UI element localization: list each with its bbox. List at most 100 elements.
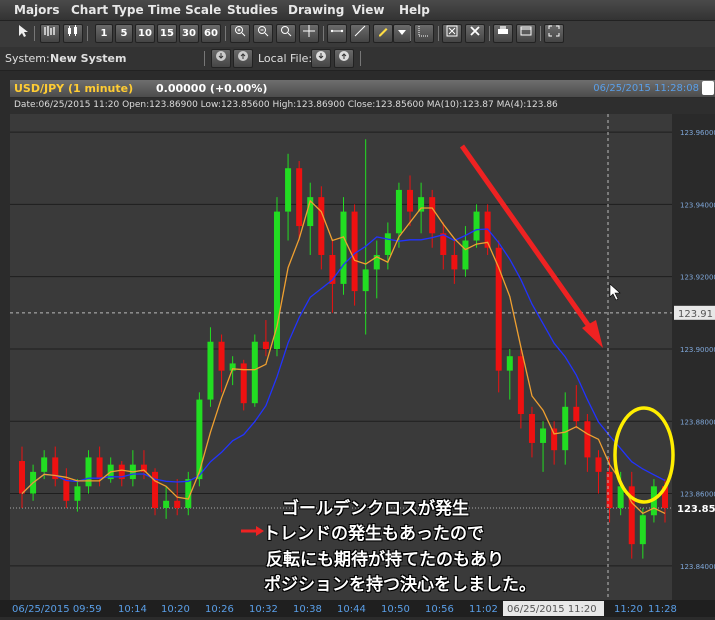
candle-body <box>262 341 269 349</box>
y-tick-label: 123.94000 <box>680 201 715 209</box>
candle-body <box>340 211 347 284</box>
candle-body <box>218 341 225 371</box>
candle-body <box>152 471 159 509</box>
horizontal-line-icon[interactable] <box>327 24 347 43</box>
candle-body <box>85 457 92 487</box>
crosshair-icon[interactable] <box>299 24 319 43</box>
candle-body <box>473 211 480 241</box>
menu-majors[interactable]: Majors <box>14 3 59 17</box>
chart-header: USD/JPY (1 minute) 0.00000 (+0.00%) 06/2… <box>10 80 715 97</box>
time-axis: 06/25/2015 09:59 10:14 10:20 10:26 10:32 10:3… <box>0 600 715 617</box>
x-tick-label: 10:56 <box>425 604 454 615</box>
toolbar: 1 5 10 15 30 60 <box>0 21 715 48</box>
candle-body <box>63 479 70 501</box>
candle-body <box>296 168 303 227</box>
menu-chart-type[interactable]: Chart Type <box>71 3 144 17</box>
last-price-label: 123.856 <box>677 504 715 515</box>
candle-body <box>639 515 646 545</box>
candle-body <box>96 457 103 480</box>
x-tick-label: 10:26 <box>205 604 234 615</box>
y-tick-label: 123.92000 <box>680 274 715 282</box>
x-tick-label: 11:28 <box>648 604 677 615</box>
candle-body <box>517 356 524 415</box>
candle-body <box>551 428 558 451</box>
candle-body <box>584 421 591 458</box>
candle-body <box>418 197 425 212</box>
candle-body <box>407 189 414 212</box>
x-tick-label: 10:20 <box>161 604 190 615</box>
candle-body <box>451 254 458 270</box>
annotation-line-3: 反転にも期待が持てたのもあり <box>266 550 504 570</box>
x-tick-label: 10:50 <box>381 604 410 615</box>
timeframe-15-button[interactable]: 15 <box>157 24 177 43</box>
candle-body <box>429 197 436 234</box>
pointer-icon[interactable] <box>14 24 32 43</box>
ohlc-info-text: Date:06/25/2015 11:20 Open:123.86900 Low… <box>14 100 558 110</box>
candle-body <box>440 233 447 255</box>
timeframe-30-button[interactable]: 30 <box>179 24 199 43</box>
price-axis-background <box>672 114 715 602</box>
zoom-fit-icon[interactable] <box>276 24 296 43</box>
window-icon[interactable] <box>516 24 536 43</box>
x-tick-label: 10:32 <box>249 604 278 615</box>
bar-chart-icon[interactable] <box>40 24 60 43</box>
local-file-upload-icon[interactable] <box>334 49 354 68</box>
x-tick-label: 06/25/2015 09:59 <box>12 604 102 615</box>
y-tick-label: 123.88000 <box>680 418 715 426</box>
candle-body <box>174 500 181 509</box>
menu-drawing[interactable]: Drawing <box>288 3 344 17</box>
candle-body <box>528 414 535 443</box>
timeframe-10-button[interactable]: 10 <box>135 24 155 43</box>
candle-body <box>573 406 580 422</box>
menu-bar: Majors Chart Type Time Scale Studies Dra… <box>0 0 715 21</box>
annotation-line-1: ゴールデンクロスが発生 <box>282 499 469 519</box>
ohlc-info-bar: Date:06/25/2015 11:20 Open:123.86900 Low… <box>10 98 715 114</box>
candle-body <box>41 457 48 472</box>
pencil-icon[interactable] <box>373 24 393 43</box>
download-icon[interactable] <box>211 49 231 68</box>
chevron-down-icon[interactable] <box>393 24 411 43</box>
zoom-out-icon[interactable] <box>253 24 273 43</box>
local-file-download-icon[interactable] <box>311 49 331 68</box>
candle-chart-icon[interactable] <box>63 24 83 43</box>
fullscreen-icon[interactable] <box>544 24 564 43</box>
price-change: 0.00000 (+0.00%) <box>156 82 268 95</box>
annotation-arrow-icon <box>241 526 264 536</box>
y-tick-label: 123.96000 <box>680 129 715 137</box>
window-toggle-icon[interactable] <box>702 81 714 95</box>
candle-body <box>318 197 325 255</box>
candle-body <box>285 168 292 212</box>
system-bar: System: New System Local File: <box>0 47 715 71</box>
x-tick-label: 10:14 <box>118 604 147 615</box>
candle-body <box>251 341 258 404</box>
candle-body <box>19 461 25 494</box>
menu-time-scale[interactable]: Time Scale <box>148 3 221 17</box>
system-value[interactable]: New System <box>50 52 126 65</box>
delete-selected-icon[interactable] <box>442 24 462 43</box>
candle-body <box>540 428 547 443</box>
menu-help[interactable]: Help <box>399 3 430 17</box>
candle-body <box>384 233 391 255</box>
close-icon[interactable] <box>465 24 485 43</box>
timeframe-5-button[interactable]: 5 <box>115 24 133 43</box>
zoom-in-icon[interactable] <box>230 24 250 43</box>
symbol-title: USD/JPY (1 minute) <box>14 82 134 95</box>
crosshair-time-label: 06/25/2015 11:20 <box>507 604 597 615</box>
candle-body <box>362 269 369 292</box>
timeframe-1-button[interactable]: 1 <box>95 24 113 43</box>
print-icon[interactable] <box>493 24 513 43</box>
candle-body <box>462 240 469 270</box>
menu-studies[interactable]: Studies <box>227 3 278 17</box>
candle-body <box>163 500 170 509</box>
candle-body <box>74 486 81 501</box>
candle-body <box>196 399 203 480</box>
timeframe-60-button[interactable]: 60 <box>201 24 221 43</box>
candle-body <box>207 341 214 400</box>
candle-body <box>351 211 358 292</box>
candle-body <box>395 189 402 234</box>
time-axis-labels: 06/25/2015 09:59 10:14 10:20 10:26 10:32 10:3… <box>12 601 677 616</box>
menu-view[interactable]: View <box>352 3 384 17</box>
trend-line-icon[interactable] <box>350 24 370 43</box>
upload-icon[interactable] <box>233 49 253 68</box>
dotted-grid-icon[interactable] <box>414 24 434 43</box>
